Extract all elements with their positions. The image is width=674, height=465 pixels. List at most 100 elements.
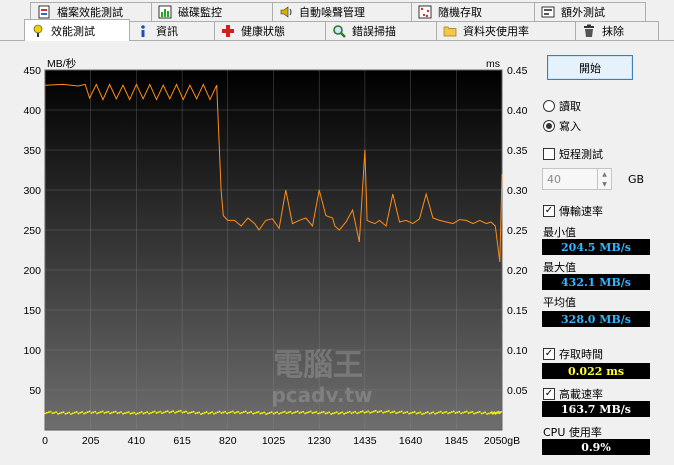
access-time-point <box>257 411 260 413</box>
access-time-checkbox[interactable]: ✓ <box>543 348 555 360</box>
watermark: 電腦王 pcadv.tw <box>271 348 372 407</box>
access-time-point <box>181 411 184 414</box>
access-time-point <box>49 410 52 413</box>
access-time-point <box>313 411 316 414</box>
write-option[interactable]: 寫入 <box>543 118 581 134</box>
access-time-point <box>447 412 449 415</box>
y-right-tick-label: 0.45 <box>507 65 528 77</box>
access-time-point <box>196 412 199 414</box>
stepper-down-icon[interactable]: ▼ <box>598 179 611 189</box>
access-time-point <box>170 411 173 413</box>
start-button[interactable]: 開始 <box>547 55 633 80</box>
stepper-arrows[interactable]: ▲ ▼ <box>597 169 611 189</box>
access-time-point <box>322 411 325 413</box>
y-left-tick-label: 350 <box>23 145 41 157</box>
access-time-point <box>226 412 228 415</box>
access-time-point <box>144 412 147 414</box>
short-test-option[interactable]: 短程測試 <box>543 146 603 162</box>
tab-disk-monitor[interactable]: 磁碟監控 <box>151 2 273 21</box>
access-time-point <box>255 411 258 414</box>
access-time-point <box>137 412 139 415</box>
access-time-point <box>215 412 217 414</box>
access-time-point <box>148 412 150 415</box>
access-time-point <box>98 411 100 414</box>
access-time-point <box>60 411 63 414</box>
control-panel: 開始 讀取 寫入 短程測試 40 ▲ ▼ GB ✓ 傳輸速率 最小值 204.5… <box>540 40 674 465</box>
tab-benchmark[interactable]: 效能測試 <box>24 19 130 41</box>
tab-error-scan[interactable]: 錯誤掃描 <box>325 21 437 40</box>
write-radio[interactable] <box>543 120 555 132</box>
tab-info[interactable]: 資訊 <box>129 21 215 40</box>
access-time-point <box>64 412 67 415</box>
burst-rate-option[interactable]: ✓ 高載速率 <box>543 386 603 402</box>
access-time-point <box>449 411 451 414</box>
burst-rate-checkbox[interactable]: ✓ <box>543 388 555 400</box>
access-time-point <box>66 412 69 414</box>
access-time-point <box>176 411 178 413</box>
tab-label: 效能測試 <box>51 24 95 38</box>
access-time-point <box>90 412 93 414</box>
access-time-point <box>456 411 459 414</box>
access-time-point <box>168 411 171 414</box>
access-time-point <box>278 412 280 415</box>
tab-health[interactable]: 健康狀態 <box>214 21 326 40</box>
tab-folder-usage[interactable]: 資料夾使用率 <box>436 21 576 40</box>
short-test-checkbox[interactable] <box>543 148 555 160</box>
transfer-rate-option[interactable]: ✓ 傳輸速率 <box>543 203 603 219</box>
error-scan-icon <box>332 24 346 38</box>
access-time-point <box>451 411 453 413</box>
access-time-point <box>125 411 128 414</box>
access-time-point <box>107 410 109 413</box>
y-left-tick-label: 200 <box>23 265 41 277</box>
access-time-point <box>131 412 134 414</box>
access-time-point <box>432 411 435 414</box>
tab-noise-management[interactable]: 自動噪聲管理 <box>272 2 412 21</box>
access-time-point <box>386 410 388 413</box>
access-time-point <box>122 412 124 415</box>
x-tick-label: 1640 <box>399 435 423 447</box>
access-time-point <box>77 412 80 415</box>
access-time-point <box>81 411 83 413</box>
tab-extra-tests[interactable]: 額外測試 <box>534 2 646 21</box>
random-access-icon <box>418 5 432 19</box>
access-time-point <box>500 411 502 413</box>
read-radio[interactable] <box>543 100 555 112</box>
access-time-point <box>324 412 327 415</box>
access-time-point <box>72 412 74 415</box>
access-time-point <box>55 411 57 413</box>
access-time-point <box>337 412 340 415</box>
access-time-point <box>350 412 353 415</box>
access-time-point <box>319 412 321 414</box>
access-time-point <box>410 412 412 414</box>
access-time-point <box>51 412 54 415</box>
access-time-point <box>62 411 65 413</box>
access-time-point <box>480 412 483 415</box>
tab-erase[interactable]: 抹除 <box>575 21 659 40</box>
access-time-point <box>190 411 193 414</box>
read-option[interactable]: 讀取 <box>543 98 581 114</box>
access-time-point <box>294 411 297 413</box>
access-time-point <box>354 411 357 413</box>
tab-row-bottom: 效能測試 資訊 健康狀態 錯誤掃描 資料夾使用率 抹除 <box>24 19 659 41</box>
y-right-tick-label: 0.35 <box>507 145 528 157</box>
access-time-point <box>399 411 401 413</box>
watermark-line-2: pcadv.tw <box>271 383 372 407</box>
y-left-tick-label: 450 <box>23 65 41 77</box>
transfer-rate-checkbox[interactable]: ✓ <box>543 205 555 217</box>
access-time-point <box>369 412 371 414</box>
y-left-tick-label: 400 <box>23 105 41 117</box>
access-time-option[interactable]: ✓ 存取時間 <box>543 346 603 362</box>
tab-random-access[interactable]: 隨機存取 <box>411 2 535 21</box>
access-time-point <box>289 410 292 413</box>
access-time-point <box>211 411 213 413</box>
tab-label: 健康狀態 <box>241 25 285 38</box>
min-value: 204.5 MB/s <box>542 239 650 255</box>
access-time-point <box>68 411 70 414</box>
y-left-axis-label: MB/秒 <box>47 57 77 70</box>
access-time-point <box>79 411 82 414</box>
x-tick-label: 1845 <box>445 435 469 447</box>
test-size-stepper[interactable]: 40 ▲ ▼ <box>542 168 612 190</box>
access-time-point <box>118 411 121 414</box>
stepper-up-icon[interactable]: ▲ <box>598 169 611 179</box>
access-time-point <box>53 411 56 414</box>
